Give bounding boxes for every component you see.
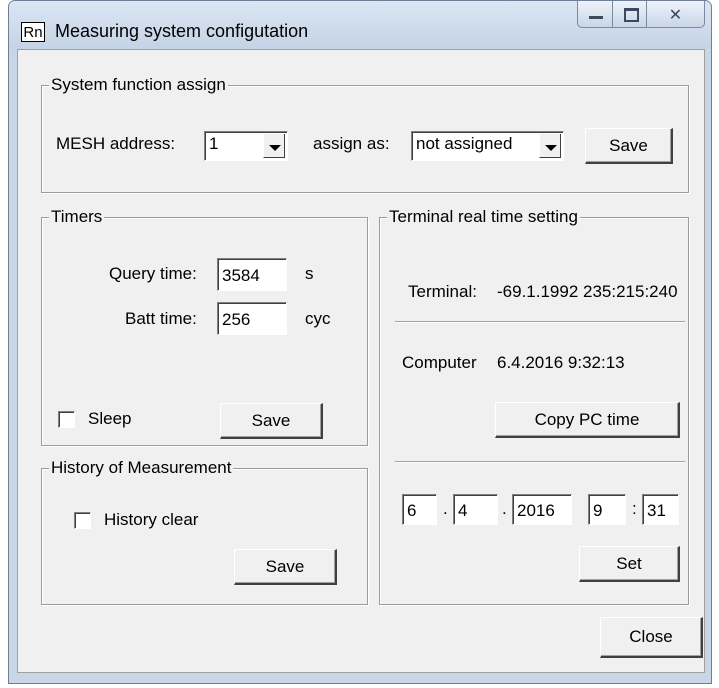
history-group: History of Measurement History clear Sav… — [41, 458, 368, 605]
window-title: Measuring system configutation — [55, 21, 309, 41]
dialog-client-area: System function assign MESH address: 1 a… — [17, 49, 705, 673]
app-icon: Rn — [21, 22, 45, 42]
minimize-button[interactable] — [577, 1, 613, 28]
minute-input[interactable] — [642, 494, 679, 525]
computer-label: Computer — [402, 353, 477, 372]
copy-pc-time-button[interactable]: Copy PC time — [495, 402, 680, 438]
history-title: History of Measurement — [49, 458, 234, 478]
history-clear-label: History clear — [104, 510, 199, 529]
set-time-button[interactable]: Set — [579, 546, 680, 582]
query-time-unit: s — [305, 264, 314, 283]
system-function-group: System function assign MESH address: 1 a… — [41, 75, 689, 193]
timers-group: Timers Query time: s Batt time: cyc Slee… — [41, 207, 368, 446]
assign-as-label: assign as: — [313, 134, 390, 153]
query-time-input[interactable] — [217, 258, 287, 291]
sleep-label: Sleep — [88, 409, 132, 428]
timers-save-button[interactable]: Save — [220, 403, 323, 439]
chevron-down-icon[interactable] — [263, 134, 285, 158]
close-button[interactable]: Close — [600, 617, 703, 658]
hour-input[interactable] — [588, 494, 626, 525]
history-clear-checkbox[interactable] — [74, 512, 91, 529]
divider — [395, 461, 685, 463]
history-save-button[interactable]: Save — [234, 549, 337, 585]
terminal-label: Terminal: — [408, 282, 477, 301]
close-icon: ✕ — [668, 7, 683, 24]
system-function-title: System function assign — [49, 75, 228, 95]
mesh-address-label: MESH address: — [56, 134, 176, 153]
batt-time-unit: cyc — [305, 309, 331, 328]
close-window-button[interactable]: ✕ — [647, 1, 705, 28]
mesh-address-select[interactable]: 1 — [204, 131, 288, 161]
chevron-down-icon[interactable] — [539, 134, 561, 158]
terminal-rtc-group: Terminal real time setting Terminal: -69… — [379, 207, 689, 605]
timers-title: Timers — [49, 207, 105, 227]
system-function-save-button[interactable]: Save — [585, 128, 673, 164]
caption-buttons: ✕ — [577, 1, 705, 29]
title-bar[interactable]: Rn Measuring system configutation ✕ — [9, 1, 711, 49]
batt-time-input[interactable] — [217, 302, 287, 335]
divider — [395, 321, 685, 323]
date-separator: . — [502, 499, 507, 518]
sleep-checkbox[interactable] — [58, 411, 75, 428]
query-time-label: Query time: — [109, 264, 197, 283]
dialog-window: Rn Measuring system configutation ✕ Syst… — [8, 0, 712, 684]
maximize-button[interactable] — [613, 1, 647, 28]
date-separator: . — [443, 499, 448, 518]
day-input[interactable] — [402, 494, 437, 525]
computer-time-value: 6.4.2016 9:32:13 — [497, 353, 625, 372]
minimize-icon — [589, 16, 603, 19]
assign-as-select[interactable]: not assigned — [411, 131, 564, 161]
batt-time-label: Batt time: — [125, 309, 197, 328]
terminal-time-value: -69.1.1992 235:215:240 — [497, 282, 678, 301]
year-input[interactable] — [512, 494, 572, 525]
maximize-icon — [624, 8, 639, 22]
terminal-rtc-content: Terminal: -69.1.1992 235:215:240 Compute… — [380, 218, 686, 602]
time-separator: : — [632, 499, 637, 518]
month-input[interactable] — [453, 494, 498, 525]
